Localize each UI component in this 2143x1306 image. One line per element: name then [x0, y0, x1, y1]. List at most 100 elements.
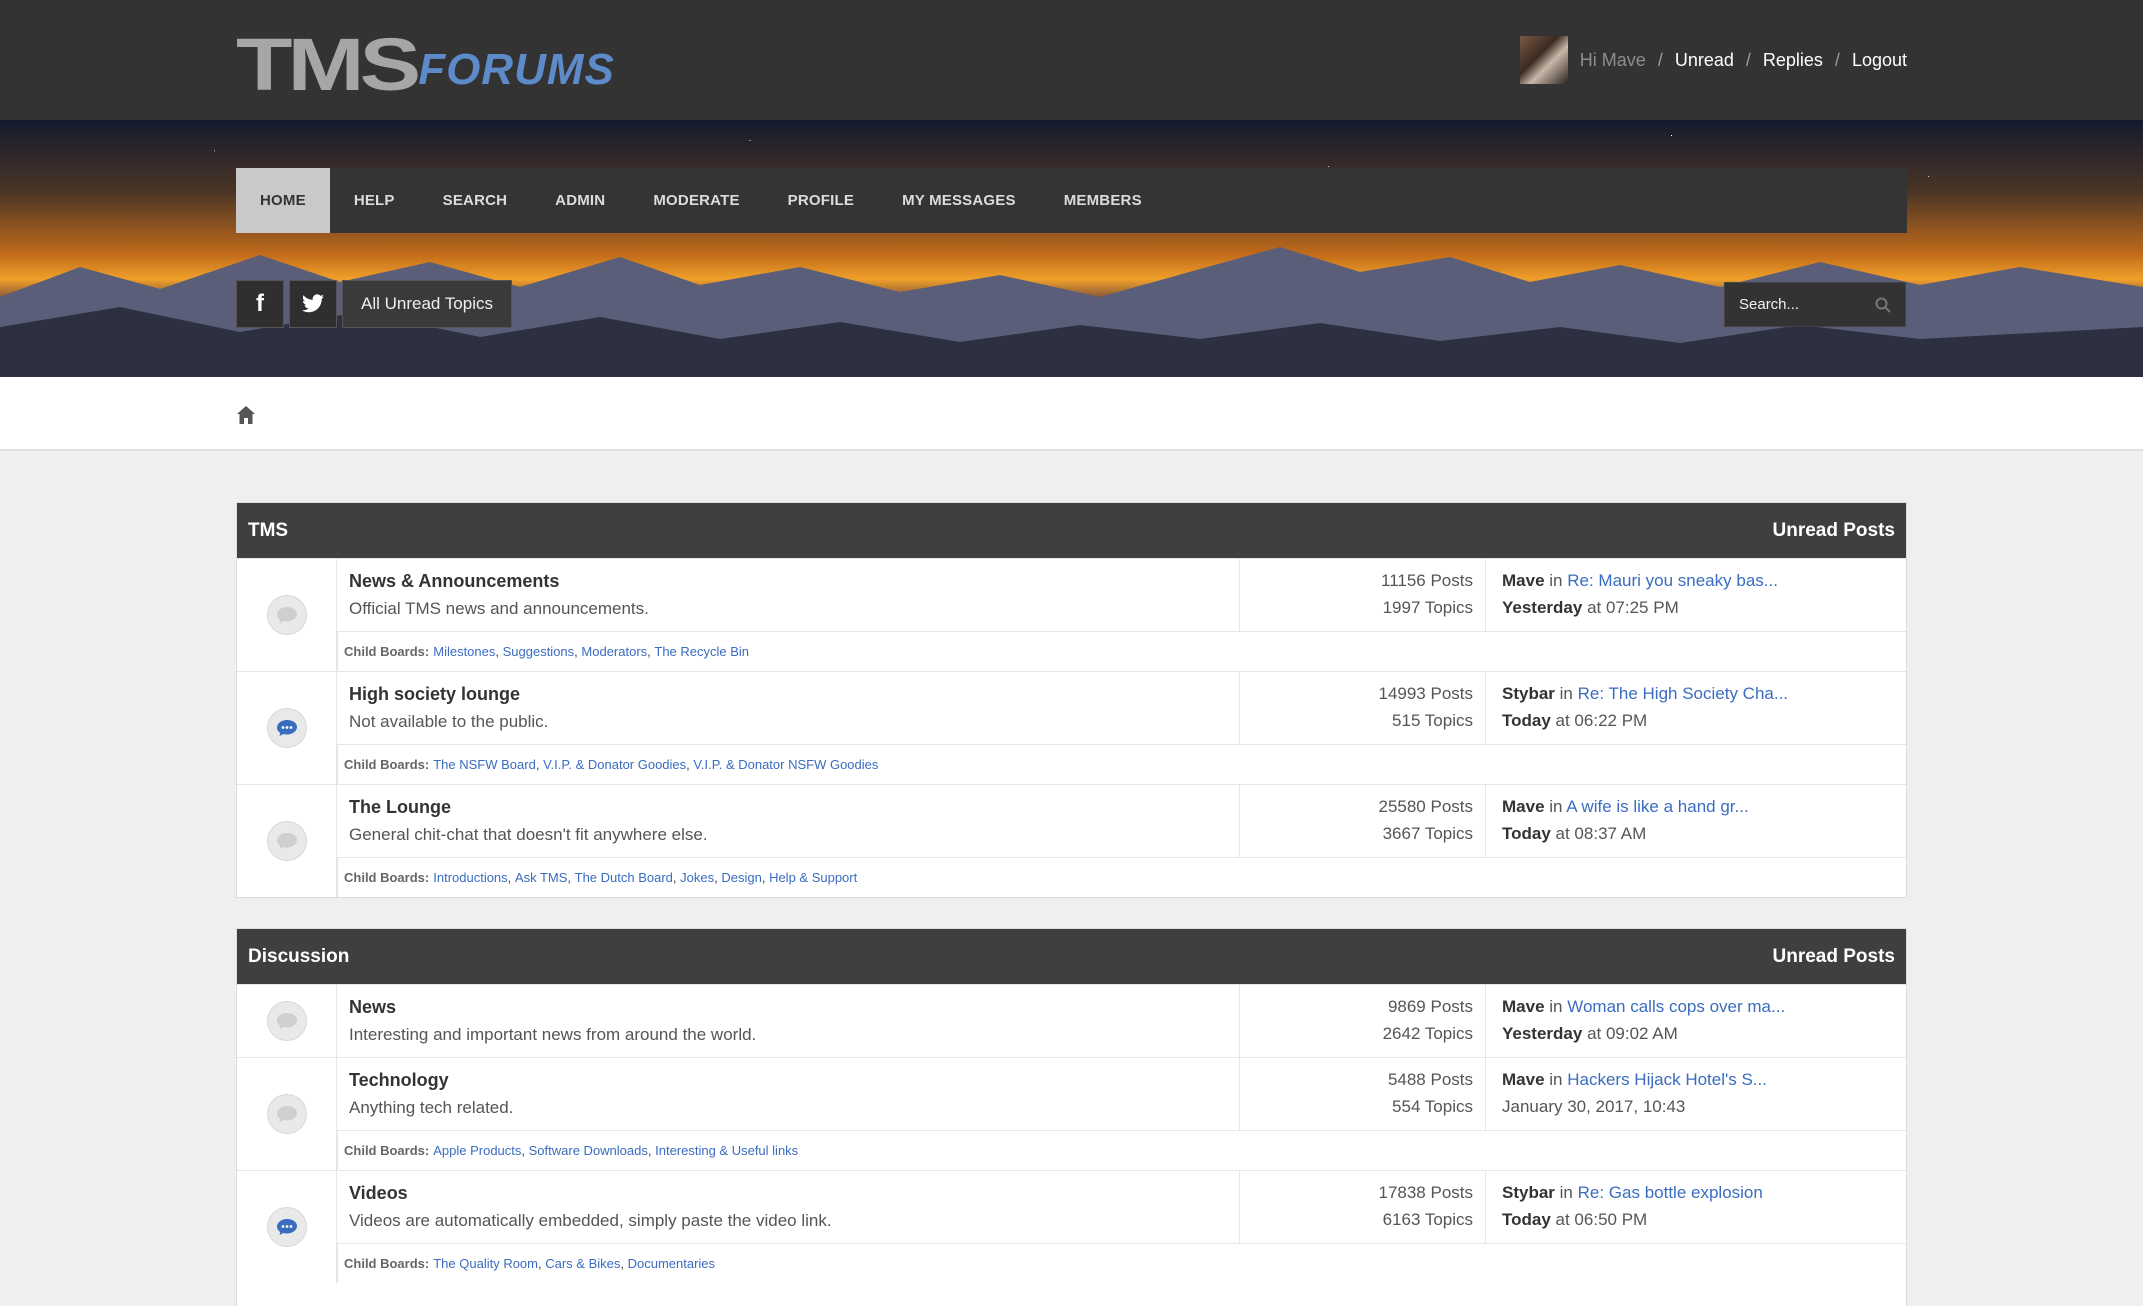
nav-members[interactable]: MEMBERS — [1040, 168, 1166, 233]
child-board-link[interactable]: The Dutch Board — [575, 870, 673, 885]
post-count: 11156 Posts — [1381, 571, 1473, 590]
speech-bubble-new-icon — [266, 708, 307, 748]
last-post-time: January 30, 2017, 10:43 — [1502, 1097, 1686, 1116]
child-board-link[interactable]: The Quality Room — [433, 1256, 538, 1271]
child-board-link[interactable]: Apple Products — [433, 1143, 521, 1158]
nav-home[interactable]: HOME — [236, 168, 330, 233]
board-status — [237, 1058, 337, 1170]
nav-help[interactable]: HELP — [330, 168, 419, 233]
speech-bubble-new-icon — [266, 1207, 307, 1247]
board-status — [237, 1171, 337, 1283]
last-post-link[interactable]: Re: The High Society Cha... — [1578, 684, 1788, 703]
last-post-link[interactable]: Woman calls cops over ma... — [1567, 997, 1785, 1016]
child-boards-label: Child Boards: — [344, 644, 430, 659]
board-title[interactable]: News — [349, 997, 1227, 1018]
last-post: Mave in Woman calls cops over ma... Yest… — [1486, 985, 1906, 1057]
last-post-user[interactable]: Mave — [1502, 1070, 1545, 1089]
last-post-user[interactable]: Mave — [1502, 571, 1545, 590]
last-post-day: Today — [1502, 824, 1551, 843]
topic-count: 2642 Topics — [1382, 1024, 1473, 1043]
logo-forums-text: FORUMS — [418, 45, 615, 94]
board-row: Technology Anything tech related. 5488 P… — [237, 1057, 1906, 1170]
unread-link[interactable]: Unread — [1675, 50, 1734, 71]
post-count: 25580 Posts — [1378, 797, 1473, 816]
home-icon[interactable] — [236, 405, 256, 425]
user-box: Hi Mave / Unread / Replies / Logout — [1519, 36, 1907, 84]
post-count: 5488 Posts — [1387, 1070, 1473, 1089]
child-board-link[interactable]: Ask TMS — [515, 870, 568, 885]
last-post-user[interactable]: Mave — [1502, 797, 1545, 816]
top-header: TMS FORUMS Hi Mave / Unread / Replies / … — [0, 0, 2143, 120]
board-stats: 9869 Posts 2642 Topics — [1240, 985, 1486, 1057]
search-icon[interactable] — [1875, 297, 1891, 313]
category-title[interactable]: TMS — [248, 520, 288, 542]
topic-count: 3667 Topics — [1382, 824, 1473, 843]
child-board-link[interactable]: V.I.P. & Donator Goodies — [543, 757, 686, 772]
child-boards-label: Child Boards: — [344, 1256, 430, 1271]
board-stats: 17838 Posts 6163 Topics — [1240, 1171, 1486, 1243]
twitter-icon[interactable] — [289, 280, 337, 328]
category-title[interactable]: Discussion — [248, 946, 349, 968]
child-board-link[interactable]: Moderators — [581, 644, 647, 659]
nav-search[interactable]: SEARCH — [419, 168, 532, 233]
board-title[interactable]: Technology — [349, 1070, 1227, 1091]
nav-my-messages[interactable]: MY MESSAGES — [878, 168, 1040, 233]
last-post-link[interactable]: Re: Gas bottle explosion — [1578, 1183, 1763, 1202]
child-board-link[interactable]: Introductions — [433, 870, 507, 885]
child-board-link[interactable]: The NSFW Board — [433, 757, 536, 772]
last-post-user[interactable]: Mave — [1502, 997, 1545, 1016]
child-boards: Child Boards: Introductions, Ask TMS, Th… — [337, 857, 1906, 897]
nav-profile[interactable]: PROFILE — [764, 168, 878, 233]
child-board-link[interactable]: Documentaries — [628, 1256, 715, 1271]
board-description: Interesting and important news from arou… — [349, 1025, 757, 1044]
last-post-user[interactable]: Stybar — [1502, 1183, 1555, 1202]
last-post-user[interactable]: Stybar — [1502, 684, 1555, 703]
child-board-link[interactable]: Suggestions — [503, 644, 575, 659]
last-post: Stybar in Re: The High Society Cha... To… — [1486, 672, 1906, 744]
child-board-link[interactable]: Cars & Bikes — [545, 1256, 620, 1271]
board-title[interactable]: Videos — [349, 1183, 1227, 1204]
unread-posts-link[interactable]: Unread Posts — [1773, 520, 1895, 542]
post-count: 17838 Posts — [1378, 1183, 1473, 1202]
board-info: The Lounge General chit-chat that doesn'… — [337, 785, 1240, 857]
board-description: Anything tech related. — [349, 1098, 514, 1117]
last-post-link[interactable]: Hackers Hijack Hotel's S... — [1567, 1070, 1767, 1089]
nav-moderate[interactable]: MODERATE — [629, 168, 763, 233]
child-board-link[interactable]: Help & Support — [769, 870, 857, 885]
replies-link[interactable]: Replies — [1763, 50, 1823, 71]
site-logo[interactable]: TMS FORUMS — [236, 28, 615, 102]
board-row: High society lounge Not available to the… — [237, 671, 1906, 784]
speech-bubble-icon — [266, 1094, 307, 1134]
unread-posts-link[interactable]: Unread Posts — [1773, 946, 1895, 968]
board-info: Videos Videos are automatically embedded… — [337, 1171, 1240, 1243]
last-post-day: Yesterday — [1502, 1024, 1583, 1043]
board-info: High society lounge Not available to the… — [337, 672, 1240, 744]
category-header: TMS Unread Posts — [237, 503, 1906, 558]
nav-admin[interactable]: ADMIN — [531, 168, 629, 233]
child-board-link[interactable]: Jokes — [680, 870, 714, 885]
child-board-link[interactable]: Software Downloads — [529, 1143, 648, 1158]
child-board-link[interactable]: Interesting & Useful links — [655, 1143, 798, 1158]
child-board-link[interactable]: The Recycle Bin — [654, 644, 749, 659]
breadcrumb — [0, 377, 2143, 451]
search-input[interactable] — [1739, 296, 1869, 313]
facebook-icon[interactable]: f — [236, 280, 284, 328]
child-board-link[interactable]: V.I.P. & Donator NSFW Goodies — [693, 757, 878, 772]
last-post-in: in — [1559, 1183, 1573, 1202]
avatar[interactable] — [1519, 36, 1568, 84]
facebook-glyph: f — [256, 290, 264, 317]
board-title[interactable]: News & Announcements — [349, 571, 1227, 592]
child-board-link[interactable]: Milestones — [433, 644, 495, 659]
last-post-link[interactable]: Re: Mauri you sneaky bas... — [1567, 571, 1778, 590]
search-box — [1724, 282, 1906, 327]
greeting: Hi Mave — [1579, 49, 1646, 70]
board-status — [237, 559, 337, 671]
topic-count: 554 Topics — [1392, 1097, 1473, 1116]
logout-link[interactable]: Logout — [1852, 50, 1907, 71]
post-count: 9869 Posts — [1387, 997, 1473, 1016]
board-title[interactable]: The Lounge — [349, 797, 1227, 818]
last-post-link[interactable]: A wife is like a hand gr... — [1566, 797, 1748, 816]
child-board-link[interactable]: Design — [721, 870, 761, 885]
all-unread-topics-button[interactable]: All Unread Topics — [342, 280, 512, 328]
board-title[interactable]: High society lounge — [349, 684, 1227, 705]
